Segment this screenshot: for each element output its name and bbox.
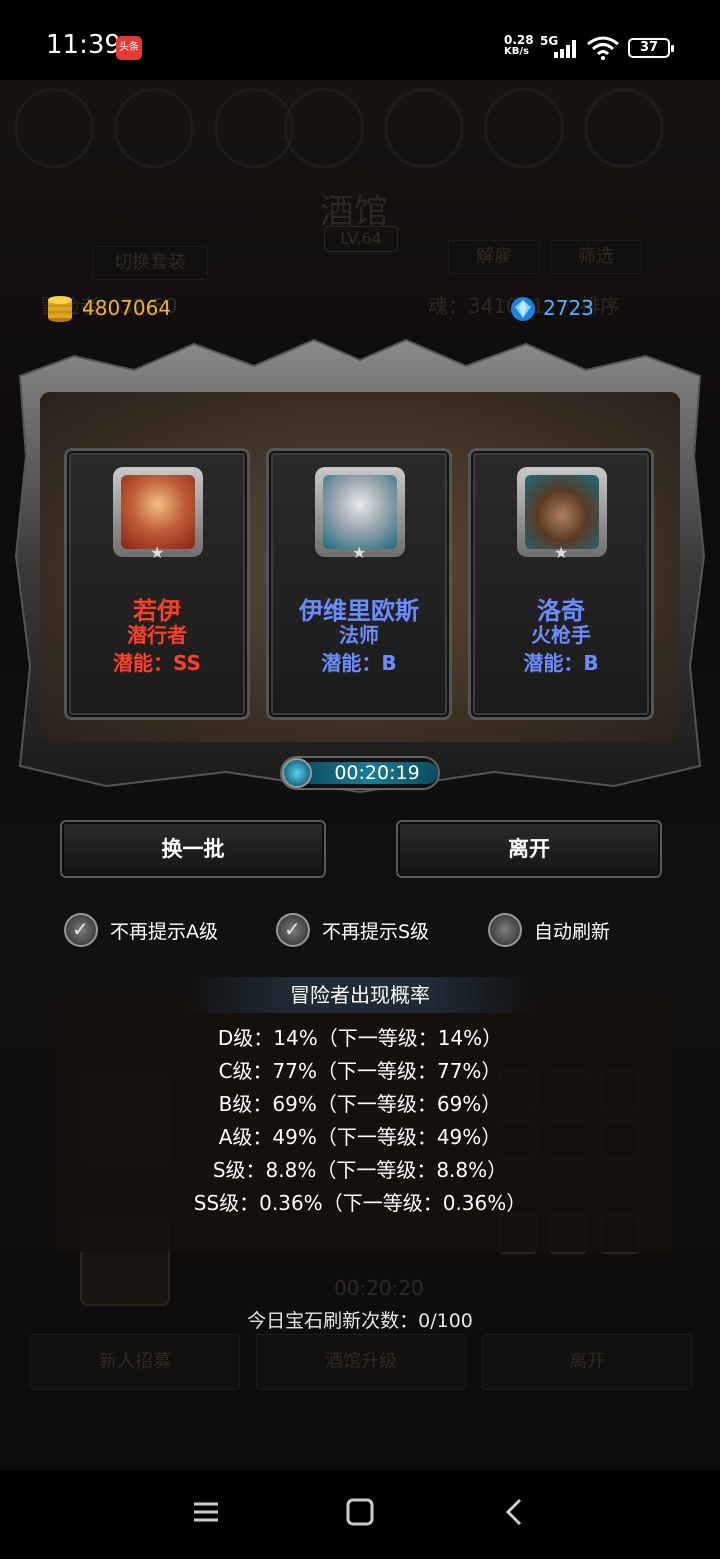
- bg-menu-icon: [14, 88, 94, 168]
- probability-line: SS级：0.36%（下一等级：0.36%）: [193, 1191, 527, 1215]
- elf-mage-portrait: [323, 475, 397, 549]
- refresh-batch-button[interactable]: 换一批: [60, 820, 326, 878]
- check-label: 不再提示S级: [322, 920, 430, 943]
- refresh-timer: 00:20:19: [280, 756, 440, 790]
- bg-leave-button: 离开: [482, 1334, 692, 1390]
- hero-class: 潜行者: [127, 623, 187, 647]
- hero-card[interactable]: ★ 伊维里欧斯 法师 潜能：B: [266, 448, 452, 720]
- probability-line: A级：49%（下一等级：49%）: [218, 1125, 502, 1149]
- bg-menu-icon: [384, 88, 464, 168]
- bg-menu-icon: [214, 88, 294, 168]
- hero-class: 法师: [339, 623, 379, 647]
- leave-label: 离开: [508, 837, 550, 861]
- gem-amount: 2723: [543, 296, 594, 320]
- bg-switch-outfit-button: 切换套装: [92, 246, 208, 280]
- refresh-batch-label: 换一批: [161, 837, 225, 861]
- checkbox-checked-icon: ✓: [64, 913, 98, 947]
- red-hood-woman-portrait: [121, 475, 195, 549]
- news-app-badge: 头条: [116, 36, 142, 60]
- signal-icon: [554, 40, 580, 58]
- network-speed: 0.28 KB/s: [504, 34, 534, 58]
- hero-card[interactable]: ★ 若伊 潜行者 潜能：SS: [64, 448, 250, 720]
- back-icon[interactable]: [494, 1492, 534, 1532]
- leave-button[interactable]: 离开: [396, 820, 662, 878]
- star-icon: ★: [150, 543, 165, 562]
- bg-dismiss-button: 解雇: [448, 240, 540, 274]
- star-icon: ★: [554, 543, 569, 562]
- gem-icon: [511, 297, 535, 321]
- probability-line: C级：77%（下一等级：77%）: [218, 1059, 502, 1083]
- checkbox-checked-icon: ✓: [276, 913, 310, 947]
- bg-menu-icon: [584, 88, 664, 168]
- hero-class: 火枪手: [531, 623, 591, 647]
- no-prompt-s-checkbox[interactable]: ✓ 不再提示S级: [276, 912, 429, 948]
- bg-tavern-upgrade-button: 酒馆升级: [256, 1334, 466, 1390]
- gold-coin-icon: [48, 296, 72, 322]
- bg-menu-icon: [114, 88, 194, 168]
- no-prompt-a-checkbox[interactable]: ✓ 不再提示A级: [64, 912, 218, 948]
- hero-potential: 潜能：B: [321, 651, 397, 675]
- bg-tavern-level: LV.64: [324, 226, 398, 252]
- star-icon: ★: [352, 543, 367, 562]
- network-speed-unit: KB/s: [504, 46, 529, 57]
- menu-icon[interactable]: [186, 1492, 226, 1532]
- wifi-icon: [587, 36, 619, 60]
- gem-refresh-count: 今日宝石刷新次数：0/100: [247, 1310, 473, 1332]
- clock-icon: [282, 758, 312, 788]
- timer-text: 00:20:19: [334, 762, 420, 784]
- hero-card[interactable]: ★ 洛奇 火枪手 潜能：B: [468, 448, 654, 720]
- auto-refresh-checkbox[interactable]: 自动刷新: [488, 912, 610, 948]
- probability-line: S级：8.8%（下一等级：8.8%）: [212, 1158, 508, 1182]
- gold-amount: 4807064: [82, 296, 172, 320]
- bg-timer: 00:20:20: [334, 1276, 424, 1300]
- probability-title: 冒险者出现概率: [180, 977, 540, 1013]
- bg-new-recruit-button: 新人招募: [30, 1334, 240, 1390]
- bg-menu-icon: [284, 88, 364, 168]
- status-time: 11:39: [46, 30, 121, 60]
- system-nav-bar: [0, 1470, 720, 1559]
- checkbox-unchecked-icon: [488, 913, 522, 947]
- battery-icon: 37: [628, 38, 674, 58]
- check-label: 自动刷新: [534, 920, 611, 943]
- check-label: 不再提示A级: [110, 920, 218, 943]
- hero-potential: 潜能：SS: [113, 651, 201, 675]
- bg-filter-button: 筛选: [550, 240, 642, 274]
- probability-line: D级：14%（下一等级：14%）: [217, 1026, 503, 1050]
- network-speed-value: 0.28: [504, 33, 534, 47]
- home-icon[interactable]: [340, 1492, 380, 1532]
- probability-line: B级：69%（下一等级：69%）: [218, 1092, 502, 1116]
- bg-menu-icon: [484, 88, 564, 168]
- cowboy-gunner-portrait: [525, 475, 599, 549]
- hero-potential: 潜能：B: [523, 651, 599, 675]
